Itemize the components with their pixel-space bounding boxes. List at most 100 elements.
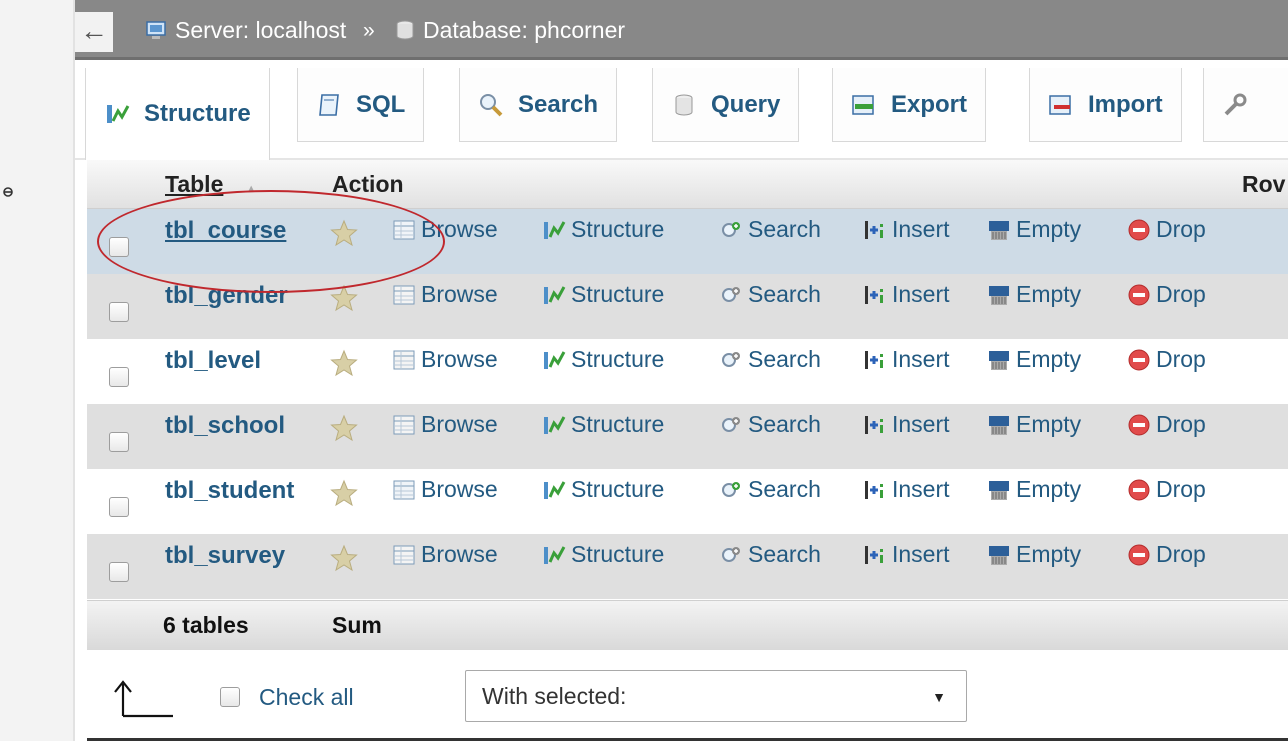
insert-icon: [863, 348, 887, 372]
action-insert-link[interactable]: Insert: [863, 346, 950, 373]
action-drop-link[interactable]: Drop: [1127, 411, 1206, 438]
action-empty-link[interactable]: Empty: [987, 411, 1081, 438]
table-name-link[interactable]: tbl_gender: [165, 282, 288, 310]
tab-search[interactable]: Search: [459, 68, 618, 142]
action-search-link[interactable]: Search: [719, 346, 821, 373]
action-search-label: Search: [748, 411, 821, 437]
tab-query[interactable]: Query: [652, 68, 800, 142]
row-checkbox[interactable]: [109, 367, 129, 387]
action-insert-label: Insert: [892, 216, 950, 242]
action-structure-label: Structure: [571, 541, 665, 567]
action-structure-label: Structure: [571, 346, 665, 372]
action-structure-label: Structure: [571, 411, 665, 437]
insert-icon: [863, 413, 887, 437]
breadcrumb-database-label: Database: phcorner: [423, 16, 626, 43]
search-icon: [719, 283, 743, 307]
row-checkbox[interactable]: [109, 237, 129, 257]
action-empty-label: Empty: [1016, 411, 1082, 437]
row-checkbox[interactable]: [109, 562, 129, 582]
with-selected-dropdown[interactable]: With selected: ▼: [465, 670, 967, 722]
action-empty-link[interactable]: Empty: [987, 216, 1081, 243]
row-checkbox[interactable]: [109, 497, 129, 517]
action-browse-link[interactable]: Browse: [392, 476, 498, 503]
table-name-link[interactable]: tbl_course: [165, 217, 286, 245]
action-browse-label: Browse: [421, 281, 498, 307]
action-structure-link[interactable]: Structure: [542, 346, 664, 373]
drop-icon: [1127, 283, 1151, 307]
favorite-star-icon[interactable]: [330, 349, 358, 377]
export-icon: [852, 94, 874, 115]
favorite-star-icon[interactable]: [330, 479, 358, 507]
action-browse-link[interactable]: Browse: [392, 346, 498, 373]
drop-icon: [1127, 218, 1151, 242]
breadcrumb-server[interactable]: Server: localhost: [145, 12, 346, 48]
link-icon[interactable]: [2, 186, 14, 198]
header-rows[interactable]: Rov: [1242, 171, 1285, 198]
action-browse-link[interactable]: Browse: [392, 216, 498, 243]
action-browse-link[interactable]: Browse: [392, 411, 498, 438]
query-icon: [675, 94, 693, 115]
empty-icon: [987, 348, 1011, 372]
table-name-link[interactable]: tbl_level: [165, 347, 261, 375]
action-search-link[interactable]: Search: [719, 281, 821, 308]
action-insert-link[interactable]: Insert: [863, 216, 950, 243]
favorite-star-icon[interactable]: [330, 219, 358, 247]
table-header: Table ▲ Action Rov: [87, 160, 1288, 209]
action-insert-link[interactable]: Insert: [863, 411, 950, 438]
action-search-link[interactable]: Search: [719, 541, 821, 568]
action-search-link[interactable]: Search: [719, 411, 821, 438]
table-name-link[interactable]: tbl_student: [165, 477, 294, 505]
breadcrumb-database[interactable]: Database: phcorner: [393, 12, 625, 48]
action-empty-label: Empty: [1016, 216, 1082, 242]
import-icon: [1049, 94, 1071, 115]
tab-structure[interactable]: Structure: [85, 68, 270, 160]
action-drop-link[interactable]: Drop: [1127, 346, 1206, 373]
action-empty-link[interactable]: Empty: [987, 281, 1081, 308]
tab-operations[interactable]: [1203, 68, 1288, 142]
action-structure-link[interactable]: Structure: [542, 411, 664, 438]
action-empty-link[interactable]: Empty: [987, 541, 1081, 568]
row-checkbox[interactable]: [109, 432, 129, 452]
chevron-down-icon: ▼: [932, 689, 946, 705]
action-structure-link[interactable]: Structure: [542, 476, 664, 503]
action-browse-link[interactable]: Browse: [392, 541, 498, 568]
tab-export[interactable]: Export: [832, 68, 987, 142]
action-empty-link[interactable]: Empty: [987, 346, 1081, 373]
empty-icon: [987, 218, 1011, 242]
footer-table-count: 6 tables: [163, 612, 249, 638]
browse-icon: [392, 348, 416, 372]
action-structure-link[interactable]: Structure: [542, 216, 664, 243]
action-empty-link[interactable]: Empty: [987, 476, 1081, 503]
action-insert-link[interactable]: Insert: [863, 541, 950, 568]
favorite-star-icon[interactable]: [330, 284, 358, 312]
collapse-navigation-button[interactable]: ←: [75, 12, 113, 52]
breadcrumb-separator: »: [363, 19, 375, 42]
action-drop-link[interactable]: Drop: [1127, 541, 1206, 568]
action-drop-link[interactable]: Drop: [1127, 281, 1206, 308]
row-checkbox[interactable]: [109, 302, 129, 322]
tab-structure-label: Structure: [144, 100, 251, 127]
structure-icon: [107, 105, 130, 123]
tab-sql[interactable]: SQL: [297, 68, 425, 142]
with-selected-value: With selected:: [482, 683, 627, 709]
action-insert-link[interactable]: Insert: [863, 281, 950, 308]
action-structure-label: Structure: [571, 476, 665, 502]
action-search-link[interactable]: Search: [719, 216, 821, 243]
tab-import[interactable]: Import: [1029, 68, 1182, 142]
favorite-star-icon[interactable]: [330, 414, 358, 442]
action-drop-link[interactable]: Drop: [1127, 216, 1206, 243]
action-structure-link[interactable]: Structure: [542, 541, 664, 568]
action-structure-link[interactable]: Structure: [542, 281, 664, 308]
check-all-label[interactable]: Check all: [259, 684, 354, 711]
action-insert-link[interactable]: Insert: [863, 476, 950, 503]
action-browse-link[interactable]: Browse: [392, 281, 498, 308]
action-drop-link[interactable]: Drop: [1127, 476, 1206, 503]
empty-icon: [987, 413, 1011, 437]
tab-export-label: Export: [891, 90, 968, 118]
action-search-link[interactable]: Search: [719, 476, 821, 503]
table-name-link[interactable]: tbl_survey: [165, 542, 285, 570]
header-table-sortable[interactable]: Table ▲: [165, 171, 257, 198]
table-name-link[interactable]: tbl_school: [165, 412, 285, 440]
check-all-checkbox[interactable]: [220, 687, 240, 707]
favorite-star-icon[interactable]: [330, 544, 358, 572]
